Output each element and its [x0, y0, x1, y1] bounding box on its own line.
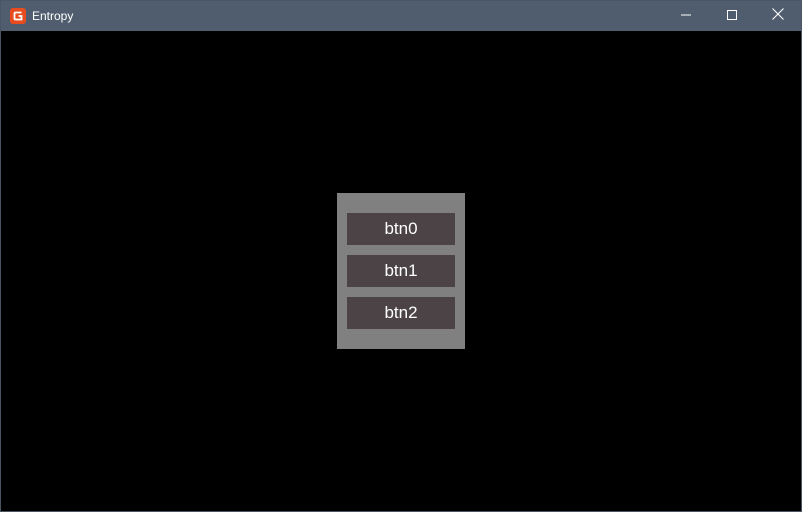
btn0-button[interactable]: btn0: [347, 213, 455, 245]
app-window: Entropy btn0 btn1 btn2: [0, 0, 802, 512]
gamemaker-logo-icon: [10, 8, 26, 24]
minimize-icon: [681, 7, 691, 25]
close-icon: [772, 7, 784, 25]
btn1-button[interactable]: btn1: [347, 255, 455, 287]
maximize-icon: [727, 7, 737, 25]
window-controls: [663, 1, 801, 31]
maximize-button[interactable]: [709, 1, 755, 31]
title-bar[interactable]: Entropy: [1, 1, 801, 31]
menu-panel: btn0 btn1 btn2: [337, 193, 465, 349]
window-title: Entropy: [32, 9, 74, 23]
btn2-button[interactable]: btn2: [347, 297, 455, 329]
minimize-button[interactable]: [663, 1, 709, 31]
close-button[interactable]: [755, 1, 801, 31]
game-canvas[interactable]: btn0 btn1 btn2: [1, 31, 801, 511]
